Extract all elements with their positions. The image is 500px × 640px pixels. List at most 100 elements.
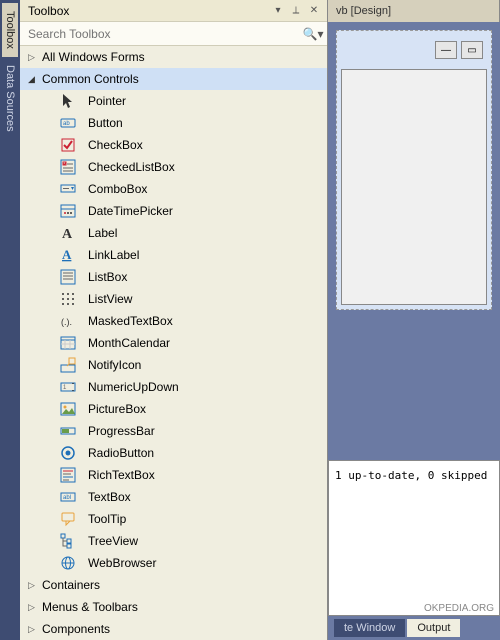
toolbox-item[interactable]: Label <box>20 222 327 244</box>
checkbox-icon <box>58 137 78 153</box>
toolbox-group[interactable]: Menus & Toolbars <box>20 596 327 618</box>
toolbox-item[interactable]: RichTextBox <box>20 464 327 486</box>
item-label: Label <box>86 226 117 240</box>
combobox-icon <box>58 181 78 197</box>
group-label: Containers <box>40 578 100 592</box>
document-tab[interactable]: vb [Design] <box>328 0 500 22</box>
item-label: PictureBox <box>86 402 146 416</box>
form-canvas[interactable] <box>341 69 487 305</box>
output-panel: 1 up-to-date, 0 skipped <box>328 460 500 616</box>
item-label: ProgressBar <box>86 424 155 438</box>
item-label: Button <box>86 116 123 130</box>
group-label: Menus & Toolbars <box>40 600 138 614</box>
tab-immediate-window[interactable]: te Window <box>334 619 405 637</box>
toolbox-item[interactable]: ToolTip <box>20 508 327 530</box>
checkedlistbox-icon <box>58 159 78 175</box>
side-tab-strip: Toolbox Data Sources <box>0 0 20 640</box>
toolbox-item[interactable]: Button <box>20 112 327 134</box>
listview-icon <box>58 291 78 307</box>
item-label: WebBrowser <box>86 556 156 570</box>
toolbox-item[interactable]: RadioButton <box>20 442 327 464</box>
item-label: TextBox <box>86 490 131 504</box>
toolbox-header: Toolbox ▾ ⟂ ✕ <box>20 0 327 22</box>
item-label: ListView <box>86 292 132 306</box>
label-icon <box>58 225 78 241</box>
radiobutton-icon <box>58 445 78 461</box>
group-label: Common Controls <box>40 72 139 86</box>
watermark: OKPEDIA.ORG <box>424 603 494 614</box>
search-icon[interactable]: 🔍▾ <box>299 27 327 41</box>
toolbox-item[interactable]: TreeView <box>20 530 327 552</box>
panel-title: Toolbox <box>28 4 269 18</box>
toolbox-group[interactable]: Components <box>20 618 327 640</box>
group-label: Components <box>40 622 110 636</box>
item-label: ToolTip <box>86 512 126 526</box>
item-label: CheckBox <box>86 138 143 152</box>
chevron-down-icon[interactable] <box>28 74 40 85</box>
tab-output[interactable]: Output <box>407 619 460 637</box>
toolbox-item[interactable]: NumericUpDown <box>20 376 327 398</box>
pointer-icon <box>58 93 78 109</box>
notifyicon-icon <box>58 357 78 373</box>
item-label: RadioButton <box>86 446 154 460</box>
chevron-right-icon[interactable] <box>28 52 40 63</box>
search-input[interactable] <box>20 27 299 41</box>
side-tab-data-sources[interactable]: Data Sources <box>2 57 18 140</box>
toolbox-group[interactable]: All Windows Forms <box>20 46 327 68</box>
close-icon[interactable]: ✕ <box>305 2 323 20</box>
toolbox-item[interactable]: MonthCalendar <box>20 332 327 354</box>
item-label: NumericUpDown <box>86 380 179 394</box>
numericupdown-icon <box>58 379 78 395</box>
item-label: ComboBox <box>86 182 147 196</box>
item-label: RichTextBox <box>86 468 155 482</box>
side-tab-toolbox[interactable]: Toolbox <box>2 3 18 57</box>
toolbox-group[interactable]: Common Controls <box>20 68 327 90</box>
toolbox-item[interactable]: CheckBox <box>20 134 327 156</box>
minimize-icon[interactable]: — <box>435 41 457 59</box>
maximize-icon[interactable]: ▭ <box>461 41 483 59</box>
toolbox-item[interactable]: WebBrowser <box>20 552 327 574</box>
linklabel-icon <box>58 247 78 263</box>
progressbar-icon <box>58 423 78 439</box>
chevron-right-icon[interactable] <box>28 624 40 635</box>
item-label: LinkLabel <box>86 248 139 262</box>
toolbox-item[interactable]: CheckedListBox <box>20 156 327 178</box>
toolbox-item[interactable]: LinkLabel <box>20 244 327 266</box>
textbox-icon <box>58 489 78 505</box>
toolbox-item[interactable]: TextBox <box>20 486 327 508</box>
button-icon <box>58 115 78 131</box>
item-label: DateTimePicker <box>86 204 173 218</box>
search-row: 🔍▾ <box>20 22 327 46</box>
item-label: ListBox <box>86 270 127 284</box>
group-label: All Windows Forms <box>40 50 145 64</box>
chevron-right-icon[interactable] <box>28 602 40 613</box>
toolbox-item[interactable]: Pointer <box>20 90 327 112</box>
dropdown-icon[interactable]: ▾ <box>269 2 287 20</box>
toolbox-group[interactable]: Containers <box>20 574 327 596</box>
toolbox-tree[interactable]: All Windows Forms Common Controls Pointer B… <box>20 46 327 640</box>
picturebox-icon <box>58 401 78 417</box>
toolbox-panel: Toolbox ▾ ⟂ ✕ 🔍▾ All Windows Forms Common… <box>20 0 328 640</box>
tooltip-icon <box>58 511 78 527</box>
webbrowser-icon <box>58 555 78 571</box>
toolbox-item[interactable]: MaskedTextBox <box>20 310 327 332</box>
output-text: 1 up-to-date, 0 skipped <box>329 461 499 490</box>
design-surface[interactable]: — ▭ <box>336 30 492 310</box>
chevron-right-icon[interactable] <box>28 580 40 591</box>
item-label: MaskedTextBox <box>86 314 173 328</box>
item-label: MonthCalendar <box>86 336 170 350</box>
item-label: Pointer <box>86 94 126 108</box>
toolbox-item[interactable]: ComboBox <box>20 178 327 200</box>
datetimepicker-icon <box>58 203 78 219</box>
listbox-icon <box>58 269 78 285</box>
toolbox-item[interactable]: NotifyIcon <box>20 354 327 376</box>
item-label: TreeView <box>86 534 138 548</box>
toolbox-item[interactable]: ProgressBar <box>20 420 327 442</box>
richtextbox-icon <box>58 467 78 483</box>
toolbox-item[interactable]: ListBox <box>20 266 327 288</box>
toolbox-item[interactable]: PictureBox <box>20 398 327 420</box>
pin-icon[interactable]: ⟂ <box>287 2 305 20</box>
maskedtextbox-icon <box>58 313 78 329</box>
toolbox-item[interactable]: DateTimePicker <box>20 200 327 222</box>
toolbox-item[interactable]: ListView <box>20 288 327 310</box>
